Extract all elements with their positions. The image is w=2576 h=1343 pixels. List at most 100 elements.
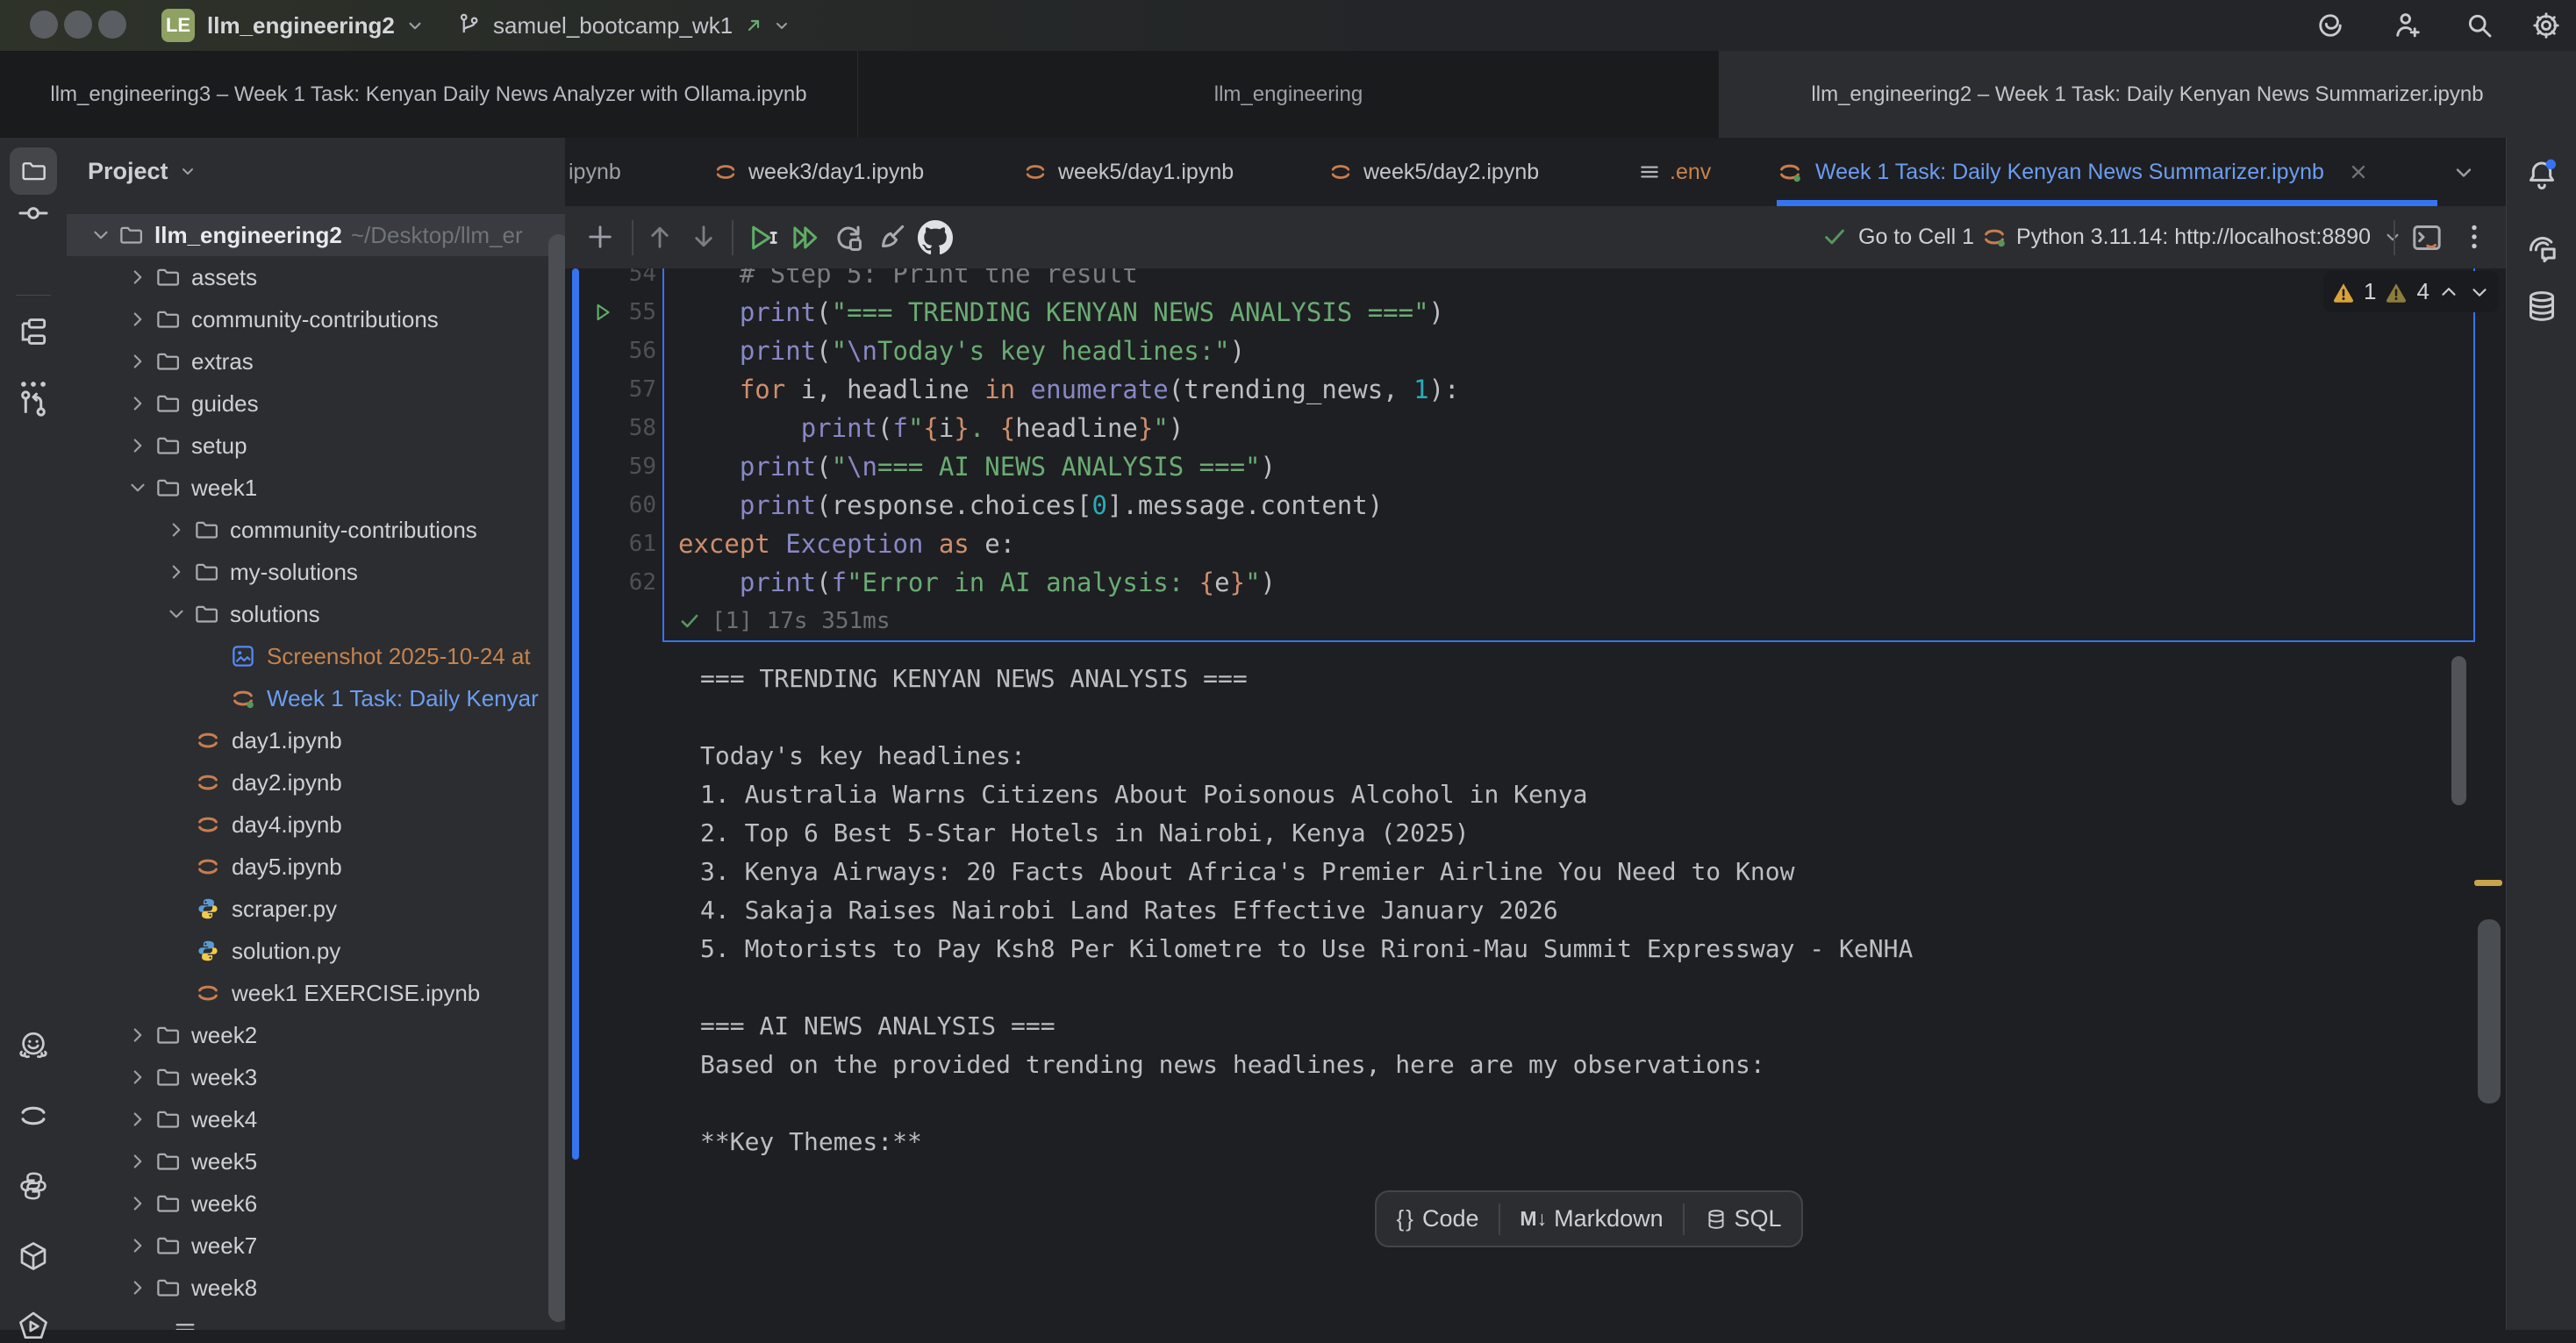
jupyter-icon[interactable] [17, 1099, 50, 1132]
tree-row-day4[interactable]: day4.ipynb [67, 804, 565, 846]
huggingface-icon[interactable] [17, 1029, 50, 1062]
tree-row-clipped[interactable] [67, 1309, 565, 1330]
move-cell-up-icon[interactable] [644, 221, 676, 253]
tab-label: week3/day1.ipynb [748, 160, 924, 185]
clear-outputs-icon[interactable] [875, 221, 908, 254]
tree-row-week1-task-file[interactable]: Week 1 Task: Daily Kenyar [67, 677, 565, 719]
window-tab-summarizer-active[interactable]: llm_engineering2 – Week 1 Task: Daily Ke… [1719, 51, 2576, 138]
tree-row-setup[interactable]: setup [67, 425, 565, 467]
settings-gear-icon[interactable] [2530, 10, 2562, 41]
tree-row-day5[interactable]: day5.ipynb [67, 846, 565, 888]
tree-row-solution[interactable]: solution.py [67, 930, 565, 972]
chevron-collapsed-icon[interactable] [126, 1234, 149, 1257]
kernel-selector[interactable]: Python 3.11.14: http://localhost:8890 [1981, 206, 2404, 268]
tree-row-day1[interactable]: day1.ipynb [67, 719, 565, 761]
python-packages-icon[interactable] [17, 1239, 50, 1273]
project-panel-header[interactable]: Project [88, 149, 198, 193]
add-user-icon[interactable] [2392, 10, 2423, 41]
tree-row-day2[interactable]: day2.ipynb [67, 761, 565, 804]
tree-row-community-contributions[interactable]: community-contributions [67, 298, 565, 340]
tree-row-guides[interactable]: guides [67, 382, 565, 425]
project-tree-scrollbar[interactable] [548, 234, 565, 1322]
tree-label: community-contributions [230, 517, 477, 544]
github-icon[interactable] [918, 220, 953, 255]
chevron-collapsed-icon[interactable] [126, 1024, 149, 1047]
tree-row-week1[interactable]: week1 [67, 467, 565, 509]
tab-list-chevron-icon[interactable] [2451, 161, 2476, 185]
chevron-collapsed-icon[interactable] [165, 518, 188, 541]
run-anything-icon[interactable] [17, 1310, 50, 1343]
editor-tab-week3-day1[interactable]: week3/day1.ipynb [713, 138, 924, 206]
tree-row-week1-community-contributions[interactable]: community-contributions [67, 509, 565, 551]
chevron-collapsed-icon[interactable] [126, 308, 149, 331]
chevron-collapsed-icon[interactable] [126, 392, 149, 415]
project-tool-button-active[interactable] [10, 147, 57, 195]
notebook-editor[interactable]: 54 55 56 57 58 59 60 61 62 # Step 5: Pri… [565, 268, 2506, 1330]
chevron-collapsed-icon[interactable] [165, 561, 188, 583]
tree-row-scraper[interactable]: scraper.py [67, 888, 565, 930]
editor-tab-active-summarizer[interactable]: Week 1 Task: Daily Kenyan News Summarize… [1777, 138, 2370, 206]
commit-icon[interactable] [17, 196, 50, 230]
chevron-collapsed-icon[interactable] [126, 350, 149, 373]
chevron-collapsed-icon[interactable] [126, 1150, 149, 1173]
goto-cell-button[interactable]: Go to Cell 1 [1821, 206, 1974, 268]
chevron-expanded-icon[interactable] [165, 603, 188, 625]
output-scrollbar[interactable] [2451, 656, 2466, 805]
tree-row-week2[interactable]: week2 [67, 1014, 565, 1056]
editor-tab-clipped[interactable]: ipynb [569, 138, 621, 206]
notifications-bell-icon[interactable] [2524, 157, 2559, 192]
structure-icon[interactable] [17, 315, 50, 348]
tree-row-week1-exercise[interactable]: week1 EXERCISE.ipynb [67, 972, 565, 1014]
move-cell-down-icon[interactable] [688, 221, 719, 253]
ai-chat-icon[interactable] [2524, 232, 2559, 267]
tree-row-screenshot-file[interactable]: Screenshot 2025-10-24 at [67, 635, 565, 677]
tree-row-week3[interactable]: week3 [67, 1056, 565, 1098]
chevron-collapsed-icon[interactable] [126, 266, 149, 289]
add-code-cell-button[interactable]: { } Code [1396, 1205, 1478, 1232]
add-cell-icon[interactable] [584, 221, 616, 253]
chevron-collapsed-icon[interactable] [126, 434, 149, 457]
chevron-expanded-icon[interactable] [126, 476, 149, 499]
window-zoom-button[interactable] [98, 11, 126, 39]
restart-kernel-icon[interactable] [832, 221, 865, 254]
chevron-collapsed-icon[interactable] [126, 1192, 149, 1215]
prev-problem-icon[interactable] [2437, 281, 2460, 304]
editor-scrollbar[interactable] [2478, 919, 2501, 1104]
tree-row-solutions[interactable]: solutions [67, 593, 565, 635]
more-options-kebab-icon[interactable] [2458, 221, 2490, 253]
database-tool-icon[interactable] [2524, 289, 2559, 324]
window-tab-llm-engineering[interactable]: llm_engineering [858, 51, 1719, 138]
chevron-collapsed-icon[interactable] [126, 1276, 149, 1299]
add-sql-cell-button[interactable]: SQL [1705, 1205, 1782, 1232]
chevron-collapsed-icon[interactable] [126, 1108, 149, 1131]
close-icon[interactable] [2347, 161, 2370, 183]
python-icon[interactable] [17, 1169, 50, 1203]
project-widget[interactable]: LE llm_engineering2 [161, 0, 426, 51]
next-problem-icon[interactable] [2468, 281, 2491, 304]
tree-row-week5[interactable]: week5 [67, 1140, 565, 1182]
jupyter-console-icon[interactable] [2409, 220, 2444, 255]
more-tools-icon[interactable] [17, 368, 50, 401]
window-close-button[interactable] [30, 11, 58, 39]
tree-row-my-solutions[interactable]: my-solutions [67, 551, 565, 593]
tree-row-assets[interactable]: assets [67, 256, 565, 298]
tree-row-extras[interactable]: extras [67, 340, 565, 382]
search-icon[interactable] [2464, 10, 2495, 41]
chevron-expanded-icon[interactable] [89, 224, 112, 246]
editor-tab-env[interactable]: .env [1638, 138, 1711, 206]
editor-tab-week5-day1[interactable]: week5/day1.ipynb [1023, 138, 1234, 206]
problems-widget[interactable]: 1 4 [2323, 271, 2499, 312]
add-markdown-cell-button[interactable]: M↓ Markdown [1520, 1205, 1663, 1232]
tree-row-week8[interactable]: week8 [67, 1267, 565, 1309]
ai-assistant-icon[interactable] [2315, 10, 2346, 41]
run-all-cells-icon[interactable] [788, 221, 821, 254]
editor-tab-week5-day2[interactable]: week5/day2.ipynb [1328, 138, 1539, 206]
window-tab-analyzer[interactable]: llm_engineering3 – Week 1 Task: Kenyan D… [0, 51, 858, 138]
vcs-widget[interactable]: samuel_bootcamp_wk1 [456, 0, 792, 51]
tree-row-week7[interactable]: week7 [67, 1225, 565, 1267]
run-cell-icon[interactable] [746, 221, 779, 254]
tree-row-week6[interactable]: week6 [67, 1182, 565, 1225]
tree-row-root[interactable]: llm_engineering2 ~/Desktop/llm_er [67, 214, 565, 256]
tree-row-week4[interactable]: week4 [67, 1098, 565, 1140]
window-minimize-button[interactable] [64, 11, 92, 39]
